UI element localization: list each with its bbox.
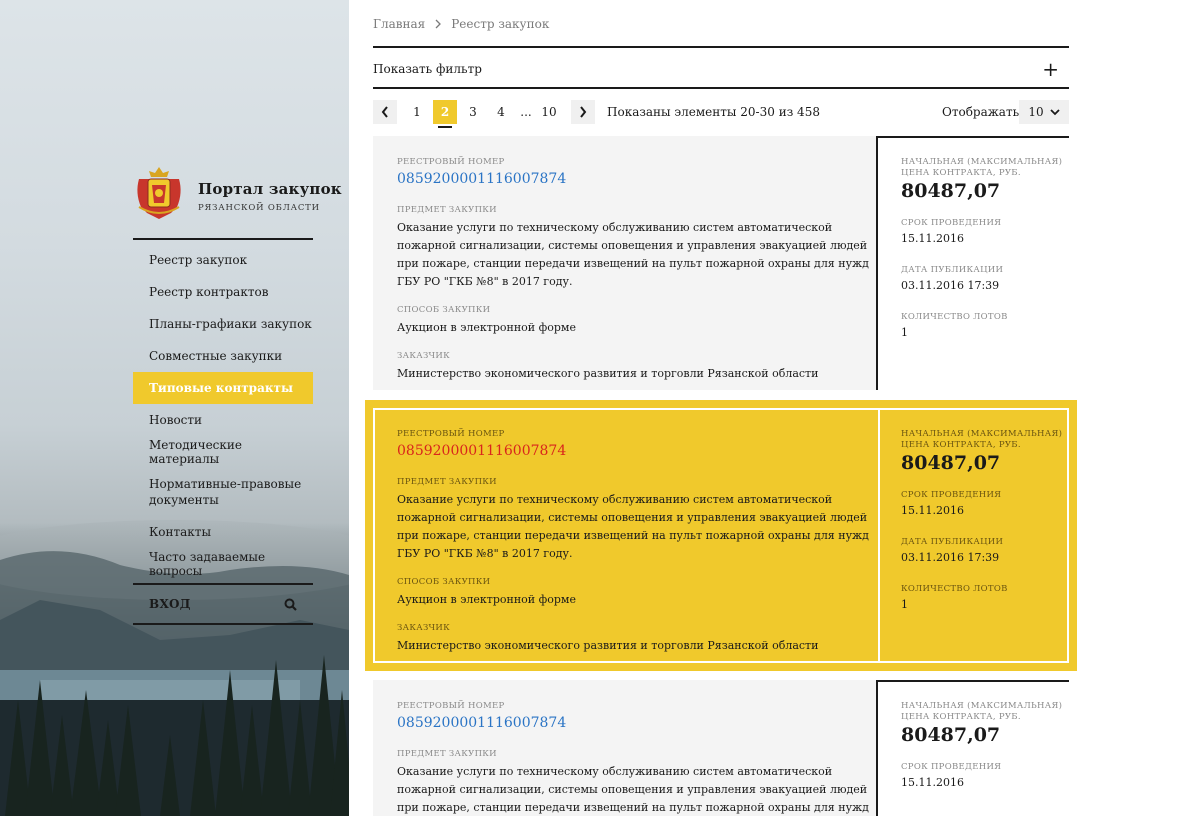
prev-page-button[interactable] xyxy=(373,100,397,124)
card-details: Реестровый номер 0859200001116007874 Пре… xyxy=(373,680,876,816)
login-bar: ВХОД xyxy=(133,583,313,625)
page-3[interactable]: 3 xyxy=(461,100,485,124)
nav-item-purchase-registry[interactable]: Реестр закупок xyxy=(133,244,313,276)
brand-title: Портал закупок xyxy=(198,180,342,198)
reg-number-label: Реестровый номер xyxy=(397,157,505,167)
purchase-card-highlighted[interactable]: Реестровый номер 0859200001116007874 Пре… xyxy=(365,400,1077,671)
nav-item-faq[interactable]: Часто задаваемые вопросы xyxy=(133,548,313,580)
brand-subtitle: Рязанской области xyxy=(198,203,320,213)
card-summary: Начальная (максимальная) цена контракта,… xyxy=(876,680,1069,816)
sidebar: Портал закупок Рязанской области Реестр … xyxy=(0,0,349,816)
purchase-card: Реестровый номер 0859200001116007874 Пре… xyxy=(373,136,1069,390)
breadcrumb-home[interactable]: Главная xyxy=(373,17,425,31)
card-details: Реестровый номер 0859200001116007874 Пре… xyxy=(375,410,878,661)
page-1[interactable]: 1 xyxy=(405,100,429,124)
nav-item-purchase-plans[interactable]: Планы-графиаки закупок xyxy=(133,308,313,340)
page-ellipsis: ... xyxy=(520,105,532,119)
reg-number-link[interactable]: 0859200001116007874 xyxy=(397,171,876,187)
method-label: Способ закупки xyxy=(397,577,491,587)
search-icon[interactable] xyxy=(284,598,297,611)
filter-label: Показать фильтр xyxy=(373,62,482,76)
price-label: Начальная (максимальная) цена контракта,… xyxy=(901,157,1063,178)
divider xyxy=(373,46,1069,48)
customer-label: Заказчик xyxy=(397,623,451,633)
subject-label: Предмет закупки xyxy=(397,205,497,215)
customer-text: Министерство экономического развития и т… xyxy=(397,639,819,652)
brand[interactable]: Портал закупок Рязанской области xyxy=(133,163,342,223)
pub-date-label: Дата публикации xyxy=(901,537,1004,547)
lots-label: Количество лотов xyxy=(901,584,1008,594)
next-page-button[interactable] xyxy=(571,100,595,124)
lots-label: Количество лотов xyxy=(901,312,1008,322)
customer-text: Министерство экономического развития и т… xyxy=(397,367,819,380)
reg-number-link[interactable]: 0859200001116007874 xyxy=(397,715,876,731)
nav-item-standard-contracts[interactable]: Типовые контракты xyxy=(133,372,313,404)
term-label: Срок проведения xyxy=(901,218,1002,228)
reg-number-label: Реестровый номер xyxy=(397,701,505,711)
per-page-value: 10 xyxy=(1028,105,1044,119)
divider xyxy=(373,87,1069,89)
subject-text: Оказание услуги по техническому обслужив… xyxy=(397,221,869,288)
main-nav: Реестр закупок Реестр контрактов Планы-г… xyxy=(133,244,313,580)
nav-divider xyxy=(133,238,313,240)
nav-item-news[interactable]: Новости xyxy=(133,404,313,436)
reg-number-link[interactable]: 0859200001116007874 xyxy=(397,443,878,459)
method-label: Способ закупки xyxy=(397,305,491,315)
per-page-select[interactable]: 10 xyxy=(1019,100,1069,124)
page-4[interactable]: 4 xyxy=(489,100,513,124)
term-value: 15.11.2016 xyxy=(901,232,964,245)
subject-text: Оказание услуги по техническому обслужив… xyxy=(397,493,869,560)
nav-item-contract-registry[interactable]: Реестр контрактов xyxy=(133,276,313,308)
subject-label: Предмет закупки xyxy=(397,477,497,487)
purchase-card: Реестровый номер 0859200001116007874 Пре… xyxy=(373,680,1069,816)
items-counter: Показаны элементы 20-30 из 458 xyxy=(607,105,820,119)
lots-value: 1 xyxy=(901,326,908,339)
page-2[interactable]: 2 xyxy=(433,100,457,128)
nav-item-legal-documents[interactable]: Нормативные-правовые документы xyxy=(133,468,313,516)
price-value: 80487,07 xyxy=(901,724,1001,746)
per-page-label: Отображать xyxy=(942,105,1020,119)
term-value: 15.11.2016 xyxy=(901,504,964,517)
method-text: Аукцион в электронной форме xyxy=(397,321,576,334)
card-summary: Начальная (максимальная) цена контракта,… xyxy=(876,136,1069,390)
login-button[interactable]: ВХОД xyxy=(149,597,191,611)
page-10[interactable]: 10 xyxy=(537,100,561,124)
reg-number-label: Реестровый номер xyxy=(397,429,505,439)
breadcrumb-current: Реестр закупок xyxy=(451,17,550,31)
coat-of-arms-icon xyxy=(137,167,181,219)
pub-date-value: 03.11.2016 17:39 xyxy=(901,551,1000,564)
nav-item-joint-purchases[interactable]: Совместные закупки xyxy=(133,340,313,372)
customer-label: Заказчик xyxy=(397,351,451,361)
filter-toggle[interactable]: Показать фильтр + xyxy=(373,50,1069,88)
card-summary: Начальная (максимальная) цена контракта,… xyxy=(878,410,1067,661)
plus-icon[interactable]: + xyxy=(1042,57,1059,81)
card-frame: Реестровый номер 0859200001116007874 Пре… xyxy=(373,408,1069,663)
nav-item-contacts[interactable]: Контакты xyxy=(133,516,313,548)
chevron-right-icon xyxy=(435,19,442,29)
price-value: 80487,07 xyxy=(901,452,1001,474)
subject-label: Предмет закупки xyxy=(397,749,497,759)
pub-date-label: Дата публикации xyxy=(901,265,1004,275)
lots-value: 1 xyxy=(901,598,908,611)
pub-date-value: 03.11.2016 17:39 xyxy=(901,279,1000,292)
price-label: Начальная (максимальная) цена контракта,… xyxy=(901,701,1063,722)
price-label: Начальная (максимальная) цена контракта,… xyxy=(901,429,1063,450)
nav-item-methodical-materials[interactable]: Методические материалы xyxy=(133,436,313,468)
term-value: 15.11.2016 xyxy=(901,776,964,789)
subject-text: Оказание услуги по техническому обслужив… xyxy=(397,765,869,814)
chevron-right-icon xyxy=(580,106,587,118)
card-details: Реестровый номер 0859200001116007874 Пре… xyxy=(373,136,876,390)
chevron-left-icon xyxy=(381,106,388,118)
pagination: 1 2 3 4 ... 10 xyxy=(373,100,595,128)
chevron-down-icon xyxy=(1050,108,1060,115)
term-label: Срок проведения xyxy=(901,762,1002,772)
method-text: Аукцион в электронной форме xyxy=(397,593,576,606)
breadcrumb: Главная Реестр закупок xyxy=(373,17,549,31)
price-value: 80487,07 xyxy=(901,180,1001,202)
term-label: Срок проведения xyxy=(901,490,1002,500)
